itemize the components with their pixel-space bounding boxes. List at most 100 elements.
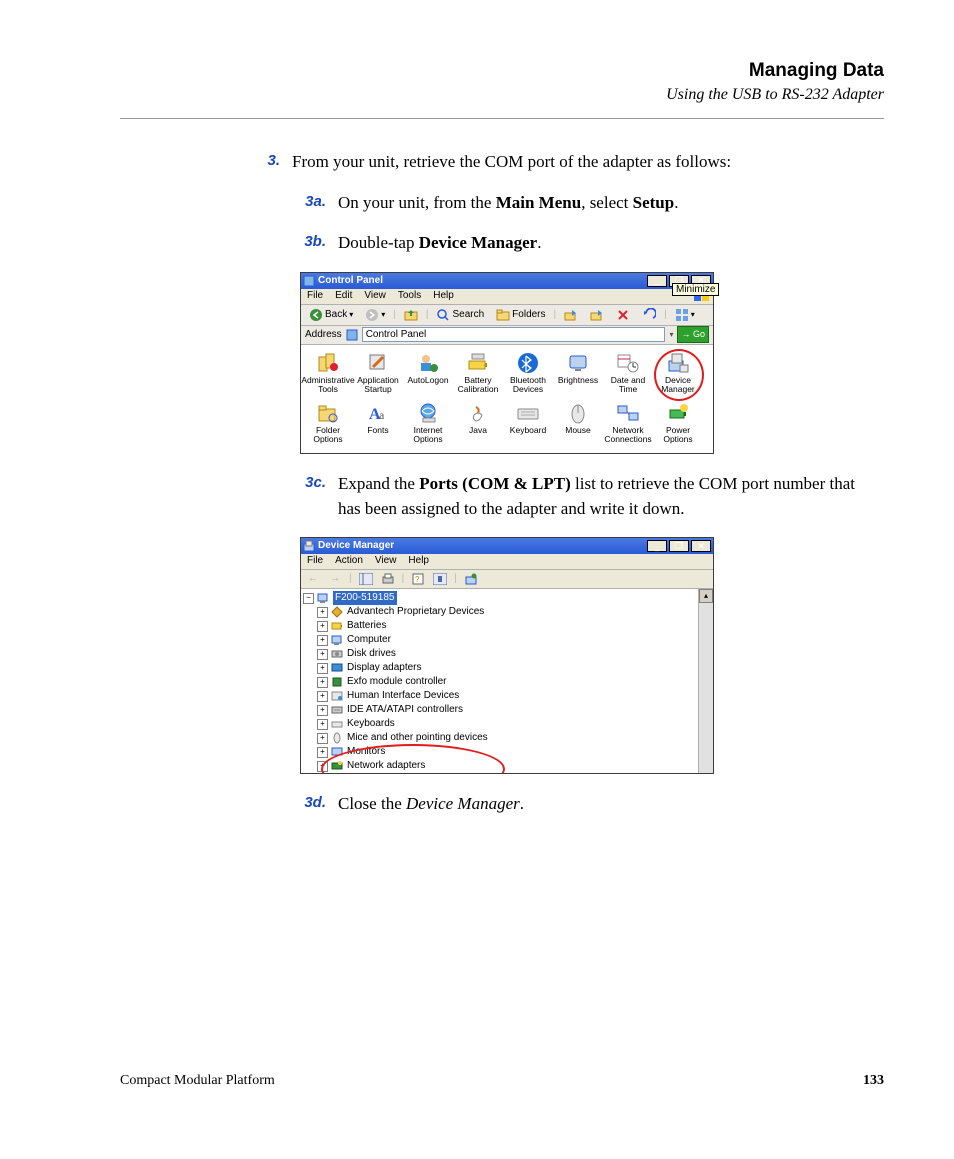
svg-text:a: a <box>379 408 385 422</box>
scan-hardware-icon[interactable] <box>432 572 448 586</box>
mouse-icon <box>331 732 344 744</box>
cp-item-admin[interactable]: Administrative Tools <box>303 351 353 399</box>
print-icon[interactable] <box>380 572 396 586</box>
footer-product: Compact Modular Platform <box>120 1073 275 1089</box>
cp-item-label: Brightness <box>558 376 598 385</box>
ide-icon <box>331 704 344 716</box>
menu-help[interactable]: Help <box>408 554 429 569</box>
inetopt-icon <box>416 401 440 425</box>
address-dropdown-icon[interactable]: ▾ <box>669 329 673 341</box>
console-tree-icon[interactable] <box>358 572 374 586</box>
dm-toolbar: ← → | | ? | <box>301 570 713 589</box>
minimize-button[interactable]: _ <box>647 275 667 287</box>
address-input[interactable] <box>362 327 666 342</box>
address-icon <box>346 329 358 341</box>
svg-text:?: ? <box>415 575 420 584</box>
cp-item-bluetooth[interactable]: Bluetooth Devices <box>503 351 553 399</box>
step-3b-text: Double-tap Device Manager. <box>338 231 874 256</box>
cp-item-autologon[interactable]: AutoLogon <box>403 351 453 399</box>
menu-help[interactable]: Help <box>433 289 454 304</box>
cp-item-devmgr[interactable]: Device Manager <box>653 351 703 399</box>
delete-icon <box>616 308 630 322</box>
menu-file[interactable]: File <box>307 289 323 304</box>
header-rule <box>120 118 884 119</box>
cp-item-label: Administrative Tools <box>301 376 354 394</box>
menu-edit[interactable]: Edit <box>335 289 352 304</box>
menu-action[interactable]: Action <box>335 554 363 569</box>
dm-window-title: Device Manager <box>303 539 645 554</box>
tree-node[interactable]: +Batteries <box>303 619 709 633</box>
battery-icon <box>331 620 344 632</box>
fonts-icon: Aa <box>366 401 390 425</box>
minimize-tooltip: Minimize <box>672 283 719 296</box>
keyboard-icon <box>516 401 540 425</box>
undo-button[interactable] <box>638 307 660 323</box>
tree-node[interactable]: +Disk drives <box>303 647 709 661</box>
cp-toolbar: Back ▾ ▾ | | Search Folders <box>301 305 713 326</box>
step-3c-number: 3c. <box>286 472 338 494</box>
cp-item-battery[interactable]: Battery Calibration <box>453 351 503 399</box>
tree-node[interactable]: +Keyboards <box>303 717 709 731</box>
tree-node[interactable]: +Network adapters <box>303 759 709 773</box>
cp-item-fonts[interactable]: AaFonts <box>353 401 403 449</box>
properties-icon[interactable]: ? <box>410 572 426 586</box>
cp-item-keyboard[interactable]: Keyboard <box>503 401 553 449</box>
cp-item-label: Bluetooth Devices <box>503 376 553 394</box>
netconn-icon <box>616 401 640 425</box>
folders-button[interactable]: Folders <box>492 307 549 324</box>
copy-to-button[interactable] <box>586 307 608 323</box>
tree-node[interactable]: +Computer <box>303 633 709 647</box>
address-label: Address <box>305 328 342 343</box>
cp-item-appstart[interactable]: Application Startup <box>353 351 403 399</box>
tree-node[interactable]: +IDE ATA/ATAPI controllers <box>303 703 709 717</box>
tree-root[interactable]: −F200-519185 <box>303 591 709 605</box>
tree-node[interactable]: +Monitors <box>303 745 709 759</box>
menu-file[interactable]: File <box>307 554 323 569</box>
minimize-button[interactable]: _ <box>647 540 667 552</box>
vertical-scrollbar[interactable]: ▴ <box>698 589 713 773</box>
move-to-button[interactable] <box>560 307 582 323</box>
device-manager-icon <box>303 540 315 552</box>
menu-view[interactable]: View <box>364 289 386 304</box>
maximize-button[interactable]: ❐ <box>669 540 689 552</box>
devmgr-icon <box>666 351 690 375</box>
show-hidden-icon[interactable] <box>463 572 479 586</box>
forward-button[interactable]: ▾ <box>361 307 389 323</box>
tree-node[interactable]: +Advantech Proprietary Devices <box>303 605 709 619</box>
search-icon <box>436 308 450 322</box>
tree-node[interactable]: +Mice and other pointing devices <box>303 731 709 745</box>
cp-item-label: AutoLogon <box>407 376 448 385</box>
cp-item-brightness[interactable]: Brightness <box>553 351 603 399</box>
back-button[interactable]: Back ▾ <box>305 307 357 324</box>
up-button[interactable] <box>400 307 422 323</box>
cp-item-power[interactable]: Power Options <box>653 401 703 449</box>
dm-menubar: File Action View Help <box>301 554 713 570</box>
folders-icon <box>496 308 510 322</box>
delete-button[interactable] <box>612 307 634 323</box>
cp-item-label: Power Options <box>653 426 703 444</box>
nav-back-icon[interactable]: ← <box>305 572 321 586</box>
cp-item-datetime[interactable]: Date and Time <box>603 351 653 399</box>
cp-item-folderopt[interactable]: Folder Options <box>303 401 353 449</box>
scroll-up-icon[interactable]: ▴ <box>699 589 713 603</box>
menu-tools[interactable]: Tools <box>398 289 421 304</box>
nav-forward-icon[interactable]: → <box>327 572 343 586</box>
section-title: Using the USB to RS-232 Adapter <box>460 86 884 104</box>
menu-view[interactable]: View <box>375 554 397 569</box>
datetime-icon <box>616 351 640 375</box>
tree-node[interactable]: +Human Interface Devices <box>303 689 709 703</box>
cp-item-inetopt[interactable]: Internet Options <box>403 401 453 449</box>
cp-item-mouse[interactable]: Mouse <box>553 401 603 449</box>
power-icon <box>666 401 690 425</box>
mouse-icon <box>566 401 590 425</box>
tree-node[interactable]: +Display adapters <box>303 661 709 675</box>
cp-item-netconn[interactable]: Network Connections <box>603 401 653 449</box>
cp-item-label: Mouse <box>565 426 591 435</box>
views-button[interactable]: ▾ <box>671 307 699 323</box>
search-button[interactable]: Search <box>432 307 488 324</box>
cp-item-java[interactable]: Java <box>453 401 503 449</box>
step-3b-number: 3b. <box>286 231 338 253</box>
close-button[interactable]: ✕ <box>691 540 711 552</box>
tree-node[interactable]: +Exfo module controller <box>303 675 709 689</box>
go-button[interactable]: → Go <box>677 326 709 343</box>
